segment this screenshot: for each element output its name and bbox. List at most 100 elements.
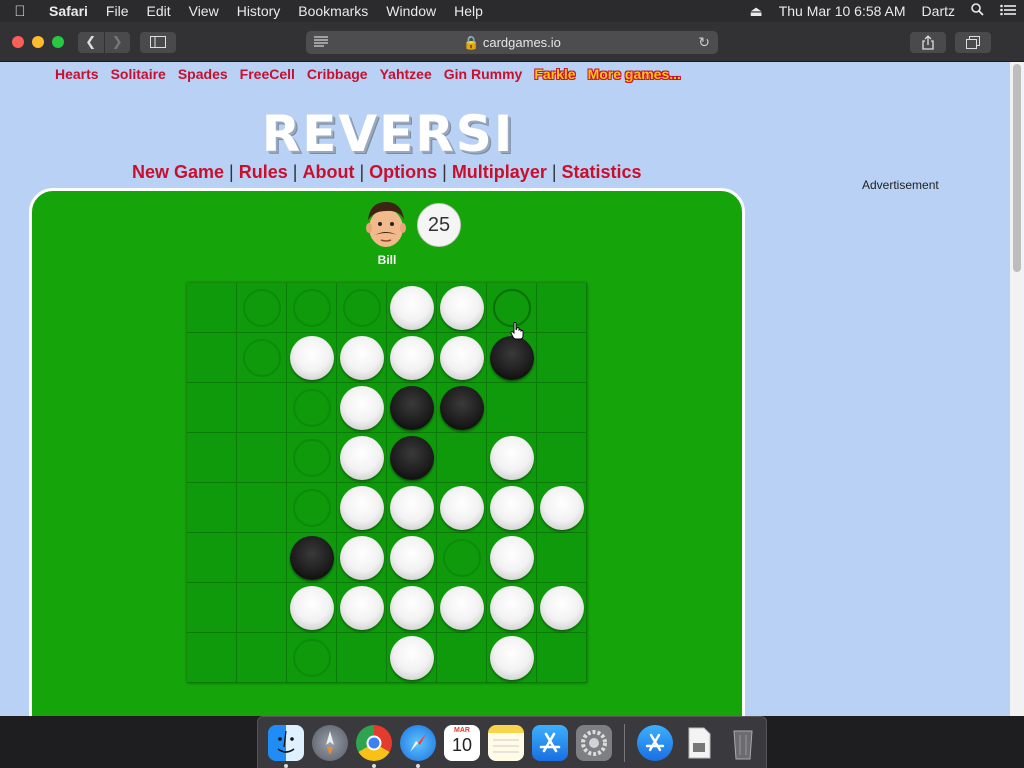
nav-link-cribbage[interactable]: Cribbage <box>307 66 368 82</box>
options-link[interactable]: Options <box>369 162 437 182</box>
tab-overview-button[interactable] <box>955 32 991 53</box>
board-cell[interactable] <box>537 283 587 333</box>
menu-bookmarks[interactable]: Bookmarks <box>289 0 377 22</box>
board-cell[interactable] <box>187 383 237 433</box>
board-cell[interactable] <box>437 333 487 383</box>
board-cell[interactable] <box>537 533 587 583</box>
address-bar[interactable]: 🔒 cardgames.io ↻ <box>306 31 718 54</box>
board-cell[interactable] <box>337 283 387 333</box>
board-cell[interactable] <box>287 483 337 533</box>
board-cell[interactable] <box>387 583 437 633</box>
finder-icon[interactable] <box>268 724 304 768</box>
board-cell[interactable] <box>237 333 287 383</box>
nav-link-gin-rummy[interactable]: Gin Rummy <box>444 66 523 82</box>
spotlight-search-icon[interactable] <box>963 0 992 22</box>
board-cell[interactable] <box>337 533 387 583</box>
board-cell[interactable] <box>387 483 437 533</box>
board-cell[interactable] <box>487 333 537 383</box>
menu-window[interactable]: Window <box>377 0 445 22</box>
board-cell[interactable] <box>537 583 587 633</box>
board-cell[interactable] <box>187 333 237 383</box>
menu-help[interactable]: Help <box>445 0 492 22</box>
valid-move-marker[interactable] <box>293 639 331 677</box>
board-cell[interactable] <box>337 383 387 433</box>
board-cell[interactable] <box>187 283 237 333</box>
valid-move-marker[interactable] <box>343 289 381 327</box>
valid-move-marker[interactable] <box>243 339 281 377</box>
menu-app-name[interactable]: Safari <box>40 0 97 22</box>
board-cell[interactable] <box>187 583 237 633</box>
nav-link-yahtzee[interactable]: Yahtzee <box>380 66 432 82</box>
safari-icon[interactable] <box>400 724 436 768</box>
menu-clock[interactable]: Thu Mar 10 6:58 AM <box>771 0 914 22</box>
board-cell[interactable] <box>437 433 487 483</box>
board-cell[interactable] <box>287 283 337 333</box>
nav-link-freecell[interactable]: FreeCell <box>240 66 295 82</box>
statistics-link[interactable]: Statistics <box>562 162 642 182</box>
multiplayer-link[interactable]: Multiplayer <box>452 162 547 182</box>
board-cell[interactable] <box>187 533 237 583</box>
new-game-link[interactable]: New Game <box>132 162 224 182</box>
board-cell[interactable] <box>237 533 287 583</box>
nav-link-solitaire[interactable]: Solitaire <box>111 66 166 82</box>
board-cell[interactable] <box>387 333 437 383</box>
board-cell[interactable] <box>287 383 337 433</box>
sidebar-toggle-button[interactable] <box>140 32 176 53</box>
reload-icon[interactable]: ↻ <box>698 31 710 54</box>
app-store-icon[interactable] <box>532 724 568 761</box>
board-cell[interactable] <box>387 533 437 583</box>
board-cell[interactable] <box>237 283 287 333</box>
close-window-button[interactable] <box>12 36 24 48</box>
valid-move-marker[interactable] <box>443 539 481 577</box>
menu-file[interactable]: File <box>97 0 138 22</box>
scrollbar-thumb[interactable] <box>1013 64 1021 272</box>
valid-move-marker[interactable] <box>293 389 331 427</box>
board-cell[interactable] <box>287 333 337 383</box>
about-link[interactable]: About <box>302 162 354 182</box>
board-cell[interactable] <box>487 583 537 633</box>
board-cell[interactable] <box>437 483 487 533</box>
board-cell[interactable] <box>487 533 537 583</box>
board-cell[interactable] <box>337 483 387 533</box>
board-cell[interactable] <box>437 383 487 433</box>
board-cell[interactable] <box>237 483 287 533</box>
chrome-icon[interactable] <box>356 724 392 768</box>
board-cell[interactable] <box>287 433 337 483</box>
board-cell[interactable] <box>487 483 537 533</box>
board-cell[interactable] <box>437 633 487 683</box>
reader-view-icon[interactable] <box>314 35 328 47</box>
menu-history[interactable]: History <box>228 0 290 22</box>
board-cell[interactable] <box>287 533 337 583</box>
menu-edit[interactable]: Edit <box>137 0 179 22</box>
menu-user[interactable]: Dartz <box>914 0 963 22</box>
notes-icon[interactable] <box>488 724 524 761</box>
board-cell[interactable] <box>537 483 587 533</box>
trash-icon[interactable] <box>725 725 761 761</box>
nav-link-hearts[interactable]: Hearts <box>55 66 99 82</box>
downloads-icon[interactable] <box>637 724 673 761</box>
board-cell[interactable] <box>537 433 587 483</box>
minimize-window-button[interactable] <box>32 36 44 48</box>
notification-center-icon[interactable] <box>992 0 1024 22</box>
nav-link-more-games[interactable]: More games... <box>588 66 681 82</box>
board-cell[interactable] <box>237 583 287 633</box>
board-cell[interactable] <box>237 383 287 433</box>
valid-move-marker[interactable] <box>293 489 331 527</box>
system-preferences-icon[interactable] <box>576 724 612 761</box>
board-cell[interactable] <box>487 633 537 683</box>
menu-view[interactable]: View <box>180 0 228 22</box>
board-cell[interactable] <box>387 283 437 333</box>
nav-link-farkle[interactable]: Farkle <box>534 66 575 82</box>
back-button[interactable]: ❮ <box>78 32 104 53</box>
valid-move-marker[interactable] <box>293 439 331 477</box>
board-cell[interactable] <box>537 383 587 433</box>
board-cell[interactable] <box>287 583 337 633</box>
zoom-window-button[interactable] <box>52 36 64 48</box>
document-icon[interactable] <box>681 725 717 761</box>
valid-move-marker[interactable] <box>293 289 331 327</box>
nav-link-spades[interactable]: Spades <box>178 66 228 82</box>
board-cell[interactable] <box>387 383 437 433</box>
board-cell[interactable] <box>237 433 287 483</box>
share-button[interactable] <box>910 32 946 53</box>
board-cell[interactable] <box>337 633 387 683</box>
